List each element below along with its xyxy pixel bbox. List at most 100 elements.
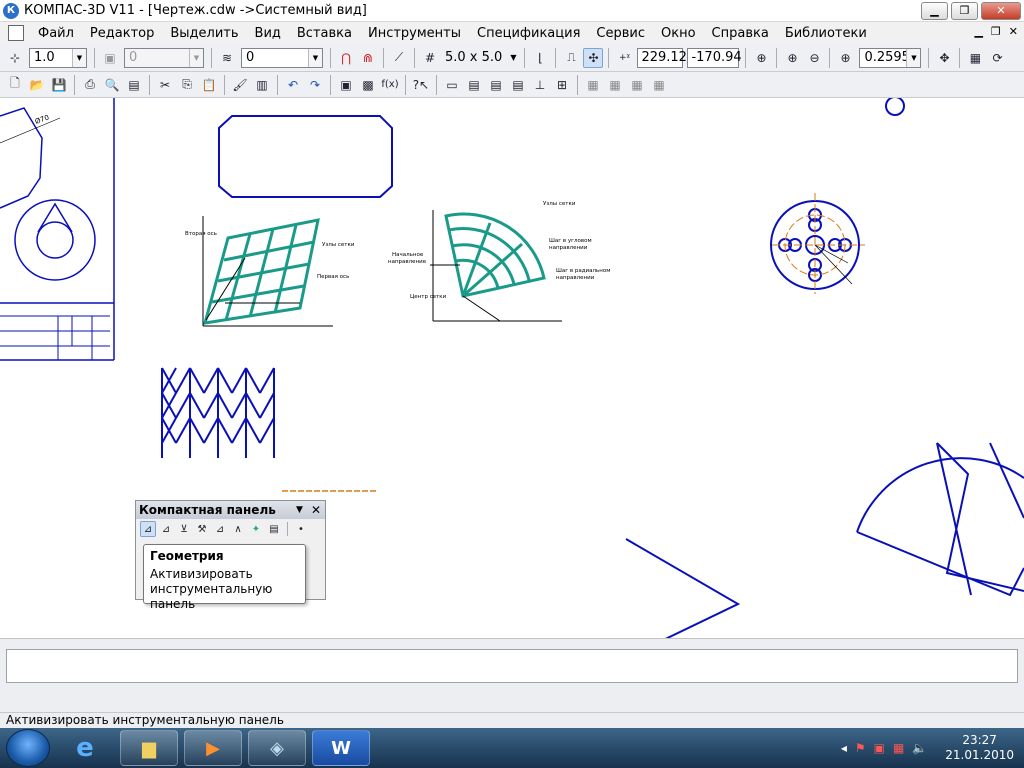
zoom-in-icon[interactable]: ⊕ bbox=[782, 48, 802, 68]
zoom-scale-icon[interactable]: ⊕ bbox=[835, 48, 855, 68]
tray-flag-icon[interactable]: ⚑ bbox=[855, 741, 866, 755]
panel-dropdown-icon[interactable]: ▼ bbox=[296, 505, 303, 515]
cursor-x-field[interactable]: 229.12 bbox=[637, 47, 687, 68]
transform-icon[interactable]: ▦ bbox=[583, 75, 603, 95]
minimize-button[interactable]: ▁ bbox=[921, 1, 948, 20]
magnet-icon[interactable]: ⋂ bbox=[336, 48, 356, 68]
show-all-icon[interactable]: ▦ bbox=[965, 48, 985, 68]
menu-select[interactable]: Выделить bbox=[162, 26, 246, 41]
ortho-mode-icon[interactable]: ⎍ bbox=[561, 48, 581, 68]
tray-arrow-icon[interactable]: ◂ bbox=[841, 741, 847, 755]
pan-icon[interactable]: ✥ bbox=[934, 48, 954, 68]
paste-icon[interactable]: 📋 bbox=[199, 75, 219, 95]
explorer-icon[interactable]: ▆ bbox=[120, 730, 178, 766]
tray-network-icon[interactable]: ▦ bbox=[893, 741, 904, 755]
document-icon[interactable] bbox=[8, 25, 24, 41]
zoom-window-icon[interactable]: ⊕ bbox=[751, 48, 771, 68]
grid-dropdown-icon[interactable]: ▼ bbox=[510, 53, 516, 62]
undo-icon[interactable]: ↶ bbox=[283, 75, 303, 95]
manager-icon[interactable]: ▣ bbox=[336, 75, 356, 95]
compact-panel-header[interactable]: Компактная панель ▼ ✕ bbox=[136, 501, 325, 519]
transform4-icon[interactable]: ▦ bbox=[649, 75, 669, 95]
print-icon[interactable]: ⎙ bbox=[80, 75, 100, 95]
menu-specification[interactable]: Спецификация bbox=[469, 26, 588, 41]
menu-help[interactable]: Справка bbox=[704, 26, 777, 41]
label-radial1: Шаг в угловом bbox=[549, 238, 592, 244]
measure-icon[interactable]: ∧ bbox=[230, 521, 246, 537]
help-pointer-icon[interactable]: ?↖ bbox=[411, 75, 431, 95]
snap-icon[interactable]: ⋒ bbox=[358, 48, 378, 68]
transform3-icon[interactable]: ▦ bbox=[627, 75, 647, 95]
layer-combo[interactable]: 0 ▼ bbox=[124, 47, 204, 68]
maximize-button[interactable]: ❐ bbox=[951, 1, 978, 20]
compact-panel-title: Компактная панель bbox=[139, 503, 276, 517]
style-icon: ≋ bbox=[221, 50, 233, 65]
open-file-icon[interactable]: 📂 bbox=[27, 75, 47, 95]
zoom-combo[interactable]: 0.2595 ▼ bbox=[859, 47, 922, 68]
panel-close-icon[interactable]: ✕ bbox=[311, 503, 321, 517]
library-manager-icon[interactable]: ▩ bbox=[358, 75, 378, 95]
orthogonal-icon[interactable]: ⟋ bbox=[389, 48, 409, 68]
properties-icon[interactable]: ▥ bbox=[252, 75, 272, 95]
tray-volume-icon[interactable]: 🔈 bbox=[912, 741, 927, 755]
command-field[interactable] bbox=[6, 649, 1018, 683]
save-icon[interactable]: 💾 bbox=[49, 75, 69, 95]
cursor-y-field[interactable]: -170.94 bbox=[687, 47, 742, 68]
spec-icon[interactable]: ▤ bbox=[266, 521, 282, 537]
scale-combo[interactable]: 1.0 ▼ bbox=[29, 47, 87, 68]
clock[interactable]: 23:27 21.01.2010 bbox=[945, 733, 1014, 763]
kompas-task-icon[interactable]: ◈ bbox=[248, 730, 306, 766]
media-player-icon[interactable]: ▶ bbox=[184, 730, 242, 766]
menu-edit[interactable]: Редактор bbox=[82, 26, 162, 41]
local-cs-icon[interactable]: ⌊ bbox=[530, 48, 550, 68]
parametrization-icon[interactable]: ⊿ bbox=[212, 521, 228, 537]
redo-icon[interactable]: ↷ bbox=[305, 75, 325, 95]
select-icon[interactable]: ✦ bbox=[248, 521, 264, 537]
copy-properties-icon[interactable]: 🖌 bbox=[230, 75, 250, 95]
copy-icon[interactable]: ⎘ bbox=[177, 75, 197, 95]
menu-tools[interactable]: Инструменты bbox=[360, 26, 469, 41]
mdi-restore-icon[interactable]: ❐ bbox=[991, 25, 1001, 38]
dimensions-icon[interactable]: ⊿ bbox=[158, 521, 174, 537]
edit-icon[interactable]: ⚒ bbox=[194, 521, 210, 537]
grid-step[interactable]: 5.0 x 5.0 bbox=[445, 50, 502, 65]
close-button[interactable]: ✕ bbox=[981, 1, 1021, 20]
menu-insert[interactable]: Вставка bbox=[289, 26, 360, 41]
menu-service[interactable]: Сервис bbox=[588, 26, 653, 41]
menu-view[interactable]: Вид bbox=[247, 26, 289, 41]
arc-shapes bbox=[856, 442, 1024, 597]
start-button[interactable] bbox=[6, 729, 50, 767]
new-file-icon[interactable]: 🗋 bbox=[5, 75, 25, 95]
more-icon[interactable]: • bbox=[293, 521, 309, 537]
word-task-icon[interactable]: W bbox=[312, 730, 370, 766]
layers-icon[interactable]: ▤ bbox=[464, 75, 484, 95]
align-icon[interactable]: ⊥ bbox=[530, 75, 550, 95]
symbols-icon[interactable]: ⊻ bbox=[176, 521, 192, 537]
distribute-icon[interactable]: ⊞ bbox=[552, 75, 572, 95]
tree-pattern bbox=[161, 367, 275, 458]
mdi-minimize-icon[interactable]: ▁ bbox=[974, 25, 982, 38]
variables-icon[interactable]: f(x) bbox=[380, 75, 400, 95]
view-manager-icon[interactable]: ▭ bbox=[442, 75, 462, 95]
menu-file[interactable]: Файл bbox=[30, 26, 82, 41]
refresh-icon[interactable]: ⟳ bbox=[987, 48, 1007, 68]
menu-window[interactable]: Окно bbox=[653, 26, 704, 41]
layers2-icon[interactable]: ▤ bbox=[486, 75, 506, 95]
print-preview-icon[interactable]: 🔍 bbox=[102, 75, 122, 95]
status-bar: Активизировать инструментальную панель bbox=[0, 712, 1024, 728]
ie-icon[interactable]: e bbox=[56, 730, 114, 766]
tray-device-icon[interactable]: ▣ bbox=[874, 741, 885, 755]
chamfered-rectangle bbox=[218, 115, 393, 198]
cut-icon[interactable]: ✂ bbox=[155, 75, 175, 95]
style-combo[interactable]: 0 ▼ bbox=[241, 47, 323, 68]
zoom-out-icon[interactable]: ⊖ bbox=[804, 48, 824, 68]
layers3-icon[interactable]: ▤ bbox=[508, 75, 528, 95]
preview-icon[interactable]: ▤ bbox=[124, 75, 144, 95]
kompas-app-icon[interactable]: К bbox=[3, 2, 19, 19]
round-icon[interactable]: ✣ bbox=[583, 47, 604, 68]
menu-libraries[interactable]: Библиотеки bbox=[777, 26, 875, 41]
transform2-icon[interactable]: ▦ bbox=[605, 75, 625, 95]
mdi-close-icon[interactable]: ✕ bbox=[1009, 25, 1018, 38]
geometry-icon[interactable]: ⊿ bbox=[140, 521, 156, 537]
grid-icon[interactable]: # bbox=[420, 48, 440, 68]
